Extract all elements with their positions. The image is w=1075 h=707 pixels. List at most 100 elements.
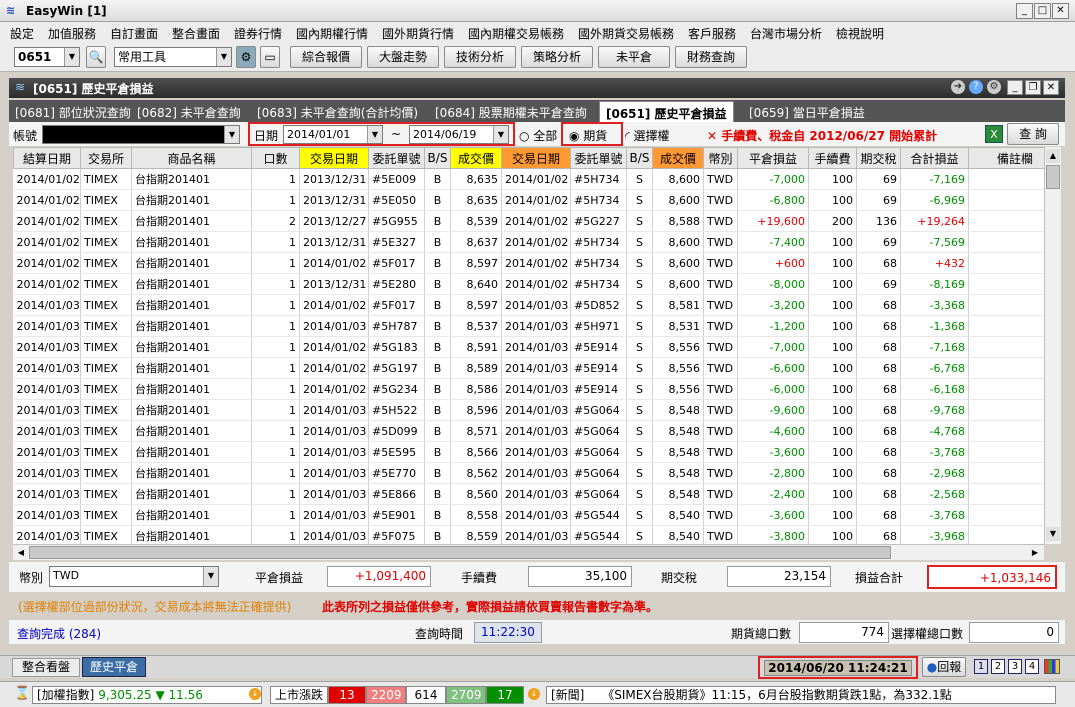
radio-futures[interactable]: ◉ 期貨 [569,127,607,144]
tab-0682[interactable]: [0682] 未平倉查詢 [137,104,241,121]
table-row[interactable]: 2014/01/03 TIMEX 台指期201401 1 2014/01/03 #5E59… [13,441,1061,463]
excel-icon[interactable]: X [985,125,1003,143]
query-button[interactable]: 查 詢 [1007,123,1059,145]
column-header[interactable]: 結算日期 [13,147,81,169]
maximize-icon[interactable]: □ [1034,3,1051,19]
column-header[interactable]: 委託單號 [368,147,425,169]
table-row[interactable]: 2014/01/02 TIMEX 台指期201401 1 2013/12/31 #5E32… [13,231,1061,253]
search-icon[interactable]: 🔍 [86,46,106,68]
panel-minimize-icon[interactable]: _ [1007,80,1023,95]
menu-item[interactable]: 證券行情 [234,25,282,42]
chevron-down-icon[interactable]: ▼ [203,567,218,586]
scroll-thumb[interactable] [1046,165,1060,189]
table-row[interactable]: 2014/01/03 TIMEX 台指期201401 1 2014/01/02 #5F01… [13,294,1061,316]
financial-query-button[interactable]: 財務查詢 [675,46,747,68]
window-icon[interactable]: ▭ [260,46,280,68]
close-icon[interactable]: ✕ [1052,3,1069,19]
help-icon[interactable]: ? [969,80,983,94]
table-row[interactable]: 2014/01/03 TIMEX 台指期201401 1 2014/01/03 #5F07… [13,525,1061,544]
menu-item[interactable]: 國內期權行情 [296,25,368,42]
chevron-down-icon[interactable]: ▼ [64,48,79,66]
news-ticker[interactable]: [新聞] 《SIMEX台股期貨》11:15，6月台股指數期貨跌1點，為332.1… [546,686,1056,704]
scroll-right-icon[interactable]: ▶ [1029,546,1041,559]
page-1-button[interactable]: 1 [974,659,988,674]
panel-close-icon[interactable]: ✕ [1043,80,1059,95]
table-row[interactable]: 2014/01/02 TIMEX 台指期201401 2 2013/12/27 #5G95… [13,210,1061,232]
updown-ticker-icon[interactable]: ↓ [528,688,540,700]
scroll-down-icon[interactable]: ▼ [1046,527,1060,541]
table-row[interactable]: 2014/01/03 TIMEX 台指期201401 1 2014/01/03 #5E86… [13,483,1061,505]
scroll-left-icon[interactable]: ◀ [15,546,27,559]
reply-button[interactable]: ●回報 [922,657,966,677]
menu-item[interactable]: 台灣市場分析 [750,25,822,42]
chevron-down-icon[interactable]: ▼ [493,126,508,143]
export-icon[interactable]: ➜ [951,80,965,94]
table-row[interactable]: 2014/01/02 TIMEX 台指期201401 1 2014/01/02 #5F01… [13,252,1061,274]
table-row[interactable]: 2014/01/03 TIMEX 台指期201401 1 2014/01/03 #5H52… [13,399,1061,421]
table-row[interactable]: 2014/01/02 TIMEX 台指期201401 1 2013/12/31 #5E05… [13,189,1061,211]
column-header[interactable]: 成交價 [652,147,704,169]
strategy-analysis-button[interactable]: 策略分析 [521,46,593,68]
minimize-icon[interactable]: _ [1016,3,1033,19]
scroll-up-icon[interactable]: ▲ [1046,149,1060,163]
column-header[interactable]: 委託單號 [570,147,627,169]
tab-history-close[interactable]: 歷史平倉 [82,657,146,677]
index-ticker-icon[interactable]: ↓ [249,688,261,700]
tab-0681[interactable]: [0681] 部位狀況查詢 [15,104,131,121]
table-row[interactable]: 2014/01/03 TIMEX 台指期201401 1 2014/01/03 #5E90… [13,504,1061,526]
menu-item[interactable]: 國內期權交易帳務 [468,25,564,42]
column-header[interactable]: 交易日期 [501,147,571,169]
panel-restore-icon[interactable]: ❐ [1025,80,1041,95]
chevron-down-icon[interactable]: ▼ [367,126,382,143]
tab-0684[interactable]: [0684] 股票期權未平倉查詢 [435,104,587,121]
quote-button[interactable]: 綜合報價 [290,46,362,68]
column-header[interactable]: 期交稅 [856,147,901,169]
chevron-down-icon[interactable]: ▼ [216,48,231,66]
table-row[interactable]: 2014/01/03 TIMEX 台指期201401 1 2014/01/02 #5G18… [13,336,1061,358]
vertical-scrollbar[interactable]: ▲ ▼ [1044,147,1061,544]
column-header[interactable]: 手續費 [808,147,857,169]
open-position-button[interactable]: 未平倉 [598,46,670,68]
tab-0651[interactable]: [0651] 歷史平倉損益 [599,101,734,122]
technical-analysis-button[interactable]: 技術分析 [444,46,516,68]
tab-0683[interactable]: [0683] 未平倉查詢(合計均價) [257,104,418,121]
function-code-input[interactable]: 0651 ▼ [14,47,80,67]
column-header[interactable]: 平倉損益 [737,147,809,169]
column-header[interactable]: 合計損益 [900,147,969,169]
column-header[interactable]: B/S [626,147,653,169]
menu-item[interactable]: 國外期貨交易帳務 [578,25,674,42]
menu-item[interactable]: 整合畫面 [172,25,220,42]
page-4-button[interactable]: 4 [1025,659,1039,674]
grid-layout-icon[interactable] [1044,659,1060,674]
account-select[interactable]: ▼ [42,125,240,144]
date-to-input[interactable]: 2014/06/19 ▼ [409,125,509,144]
market-trend-button[interactable]: 大盤走勢 [367,46,439,68]
tool-select[interactable]: 常用工具 ▼ [114,47,232,67]
column-header[interactable]: 幣別 [703,147,738,169]
menu-item[interactable]: 設定 [10,25,34,42]
table-row[interactable]: 2014/01/03 TIMEX 台指期201401 1 2014/01/02 #5G19… [13,357,1061,379]
menu-item[interactable]: 自訂畫面 [110,25,158,42]
column-header[interactable]: 商品名稱 [131,147,252,169]
table-row[interactable]: 2014/01/02 TIMEX 台指期201401 1 2013/12/31 #5E00… [13,168,1061,190]
column-header[interactable]: 交易日期 [299,147,369,169]
table-row[interactable]: 2014/01/03 TIMEX 台指期201401 1 2014/01/03 #5E77… [13,462,1061,484]
radio-all[interactable]: ○ 全部 [519,127,557,144]
table-row[interactable]: 2014/01/03 TIMEX 台指期201401 1 2014/01/03 #5D09… [13,420,1061,442]
tab-integrated-view[interactable]: 整合看盤 [12,658,80,677]
menu-item[interactable]: 國外期貨行情 [382,25,454,42]
settings-icon[interactable]: ⚙ [987,80,1001,94]
column-header[interactable]: 成交價 [450,147,502,169]
column-header[interactable]: 交易所 [80,147,132,169]
menu-item[interactable]: 客戶服務 [688,25,736,42]
hscroll-thumb[interactable] [29,546,891,559]
gear-icon[interactable]: ⚙ [236,46,256,68]
page-2-button[interactable]: 2 [991,659,1005,674]
column-header[interactable]: 口數 [251,147,300,169]
column-header[interactable]: B/S [424,147,451,169]
menu-item[interactable]: 檢視說明 [836,25,884,42]
date-from-input[interactable]: 2014/01/01 ▼ [283,125,383,144]
menu-item[interactable]: 加值服務 [48,25,96,42]
table-row[interactable]: 2014/01/03 TIMEX 台指期201401 1 2014/01/03 #5H78… [13,315,1061,337]
currency-select[interactable]: TWD ▼ [49,566,219,587]
